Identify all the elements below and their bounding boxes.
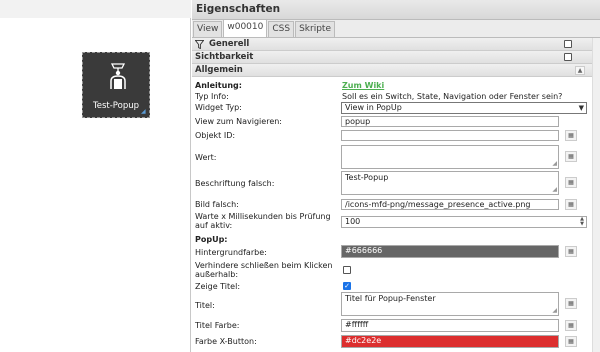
warte-number-input[interactable]: 100 ▲ ▼ [341,216,587,228]
section-sichtbarkeit-label: Sichtbarkeit [195,52,254,62]
warte-label: Warte x Millisekunden bis Prüfung auf ak… [195,212,331,230]
hintergrund-color-input[interactable]: #666666 [341,245,559,258]
section-allgemein[interactable]: Allgemein ▲ [192,64,600,77]
verhindere-label: Verhindere schließen beim Klicken außerh… [195,261,333,279]
anleitung-label: Anleitung: [195,81,242,90]
tab-widget[interactable]: w00010 [223,19,268,37]
spinner-arrows-icon[interactable]: ▲ ▼ [580,217,584,227]
widgettyp-label: Widget Typ: [195,103,242,112]
xbutton-picker-button[interactable]: ▦ [565,336,577,347]
tab-css[interactable]: CSS [268,21,295,37]
zeigetitel-checkbox[interactable]: ✓ [343,282,351,290]
titelfarbe-label: Titel Farbe: [195,321,240,330]
view-input[interactable]: popup [341,116,559,127]
section-generell-checkbox[interactable] [564,40,572,48]
resize-grip-icon: ◢ [552,186,557,193]
message-presence-icon [110,63,126,89]
xbutton-label: Farbe X-Button: [195,337,257,346]
popup-widget[interactable]: Test-Popup ◢ [82,52,150,118]
bild-label: Bild falsch: [195,200,239,209]
panel-scrollbar[interactable] [592,38,600,352]
objektid-input[interactable] [341,130,559,141]
widget-type-value: View in PopUp [345,103,402,112]
widget-type-select[interactable]: View in PopUp ▼ [341,102,587,114]
properties-panel: Eigenschaften View w00010 CSS Skripte Ge… [192,0,600,352]
resize-grip-icon: ◢ [552,160,557,167]
hintergrund-label: Hintergrundfarbe: [195,248,267,257]
tab-skripte[interactable]: Skripte [295,21,335,37]
panel-tabs: View w00010 CSS Skripte [192,19,600,38]
filter-icon[interactable] [195,39,204,49]
canvas-top-shade [0,0,191,18]
wert-picker-button[interactable]: ▦ [565,151,577,162]
bild-picker-button[interactable]: ▦ [565,199,577,210]
panel-title: Eigenschaften [192,0,600,20]
beschriftung-value: Test-Popup [345,173,389,182]
tab-view[interactable]: View [193,21,223,37]
objektid-picker-button[interactable]: ▦ [565,130,577,141]
view-canvas[interactable]: Test-Popup ◢ [0,0,191,352]
collapse-caret-icon[interactable]: ▲ [575,66,585,75]
titel-picker-button[interactable]: ▦ [565,298,577,309]
bild-input[interactable]: /icons-mfd-png/message_presence_active.p… [341,199,559,210]
beschriftung-picker-button[interactable]: ▦ [565,177,577,188]
wiki-link[interactable]: Zum Wiki [342,81,384,90]
section-sichtbarkeit-checkbox[interactable] [564,53,572,61]
warte-value: 100 [345,217,361,226]
xbutton-color-input[interactable]: #dc2e2e [341,335,559,348]
titel-label: Titel: [195,301,215,310]
beschriftung-label: Beschriftung falsch: [195,179,275,188]
titelfarbe-picker-button[interactable]: ▦ [565,320,577,331]
zeigetitel-label: Zeige Titel: [195,282,241,291]
objektid-label: Objekt ID: [195,131,236,140]
typinfo-value: Soll es ein Switch, State, Navigation od… [342,92,563,101]
resize-grip-icon: ◢ [552,307,557,314]
typinfo-label: Typ Info: [195,92,229,101]
section-allgemein-label: Allgemein [195,65,243,75]
beschriftung-textarea[interactable]: Test-Popup ◢ [341,171,559,195]
section-generell[interactable]: Generell [192,38,600,51]
section-generell-label: Generell [209,39,250,49]
section-sichtbarkeit[interactable]: Sichtbarkeit [192,51,600,64]
hintergrund-picker-button[interactable]: ▦ [565,246,577,257]
verhindere-checkbox[interactable] [343,266,351,274]
popup-heading: PopUp: [195,235,228,244]
chevron-down-icon: ▼ [578,104,584,112]
wert-textarea[interactable]: ◢ [341,145,559,169]
titel-textarea[interactable]: Titel für Popup-Fenster ◢ [341,292,559,316]
titel-value: Titel für Popup-Fenster [345,294,436,303]
resize-handle[interactable]: ◢ [141,109,147,115]
widget-label: Test-Popup [92,101,139,111]
titelfarbe-color-input[interactable]: #ffffff [341,319,559,332]
wert-label: Wert: [195,153,217,162]
view-label: View zum Navigieren: [195,117,282,126]
